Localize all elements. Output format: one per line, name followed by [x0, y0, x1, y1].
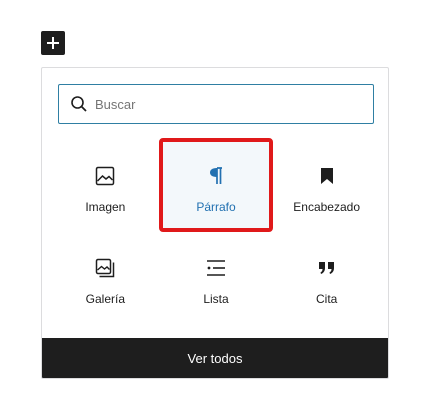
- block-label: Encabezado: [293, 200, 361, 214]
- image-icon: [93, 164, 117, 188]
- block-label: Imagen: [85, 200, 126, 214]
- block-item-heading[interactable]: Encabezado: [271, 140, 382, 230]
- block-label: Lista: [203, 292, 229, 306]
- block-item-list[interactable]: Lista: [161, 232, 272, 322]
- paragraph-icon: [204, 164, 228, 188]
- view-all-button[interactable]: Ver todos: [42, 338, 388, 378]
- quote-icon: [315, 256, 339, 280]
- view-all-label: Ver todos: [187, 350, 243, 366]
- block-item-image[interactable]: Imagen: [50, 140, 161, 230]
- block-inserter-panel: Imagen Párrafo Encabezado: [41, 67, 389, 379]
- bookmark-icon: [315, 164, 339, 188]
- block-label: Galería: [85, 292, 125, 306]
- gallery-icon: [93, 256, 117, 280]
- add-block-button[interactable]: [41, 31, 65, 55]
- block-item-paragraph[interactable]: Párrafo: [158, 138, 274, 232]
- search-input[interactable]: [95, 96, 355, 112]
- search-field[interactable]: [58, 84, 374, 124]
- block-label: Párrafo: [196, 200, 236, 214]
- plus-icon: [47, 37, 59, 49]
- block-item-quote[interactable]: Cita: [271, 232, 382, 322]
- list-icon: [204, 256, 228, 280]
- search-icon: [69, 94, 89, 114]
- block-grid: Imagen Párrafo Encabezado Galería Lista …: [50, 138, 382, 322]
- block-item-gallery[interactable]: Galería: [50, 232, 161, 322]
- block-label: Cita: [315, 292, 338, 306]
